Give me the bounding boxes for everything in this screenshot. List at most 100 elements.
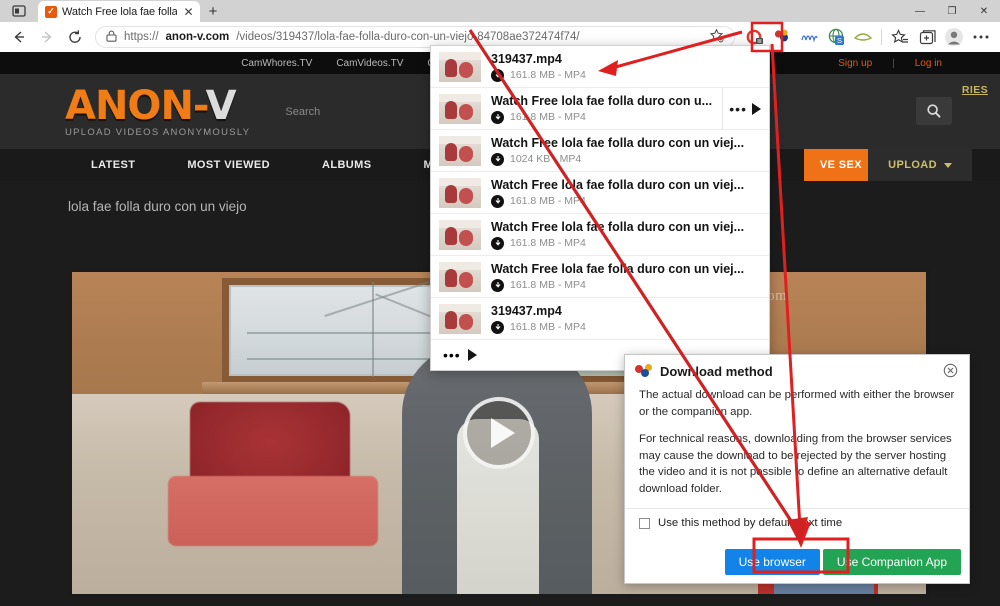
upload-button[interactable]: UPLOAD xyxy=(868,149,972,181)
download-arrow-icon xyxy=(491,321,504,334)
row-actions[interactable]: ••• xyxy=(722,88,761,129)
close-circle-icon[interactable] xyxy=(943,363,959,379)
video-thumbnail xyxy=(439,304,481,334)
partner-link[interactable]: CamWhores.TV xyxy=(241,58,312,69)
video-thumbnail xyxy=(439,262,481,292)
minimize-button[interactable]: — xyxy=(904,0,936,22)
download-arrow-icon xyxy=(491,195,504,208)
download-filename: Watch Free lola fae folla duro con un vi… xyxy=(491,178,761,193)
download-info: 319437.mp4 161.8 MB - MP4 xyxy=(491,304,761,334)
download-info: Watch Free lola fae folla duro con un vi… xyxy=(491,220,761,250)
download-size: 161.8 MB - MP4 xyxy=(510,321,586,333)
more-options-icon[interactable]: ••• xyxy=(729,102,747,116)
browser-tab[interactable]: ✓ Watch Free lola fae folla duro co ✕ xyxy=(38,1,200,22)
download-info: Watch Free lola fae folla duro con un vi… xyxy=(491,178,761,208)
video-thumbnail xyxy=(439,136,481,166)
collections-wave-icon[interactable] xyxy=(796,24,822,50)
default-method-checkbox[interactable] xyxy=(639,518,650,529)
download-info: 319437.mp4 161.8 MB - MP4 xyxy=(491,52,761,82)
download-size: 1024 KB - MP4 xyxy=(510,153,581,165)
nav-item-latest[interactable]: LATEST xyxy=(65,149,161,181)
profile-icon[interactable] xyxy=(941,24,967,50)
download-filename: 319437.mp4 xyxy=(491,52,761,67)
download-size: 161.8 MB - MP4 xyxy=(510,195,586,207)
expand-play-icon[interactable] xyxy=(752,103,761,115)
video-thumbnail xyxy=(439,220,481,250)
upload-label: UPLOAD xyxy=(888,159,937,171)
list-item[interactable]: Watch Free lola fae folla duro con u... … xyxy=(431,88,769,130)
list-item[interactable]: Watch Free lola fae folla duro con un vi… xyxy=(431,172,769,214)
url-prefix: https:// xyxy=(124,31,159,43)
download-info: Watch Free lola fae folla duro con u... … xyxy=(491,94,712,124)
back-icon[interactable] xyxy=(6,24,32,50)
list-item[interactable]: Watch Free lola fae folla duro con un vi… xyxy=(431,130,769,172)
play-circle-icon[interactable] xyxy=(463,397,535,469)
eye-icon[interactable] xyxy=(850,24,876,50)
favorites-star-icon[interactable] xyxy=(887,24,913,50)
list-item[interactable]: Watch Free lola fae folla duro con un vi… xyxy=(431,214,769,256)
download-meta: 161.8 MB - MP4 xyxy=(491,321,761,334)
list-item[interactable]: 319437.mp4 161.8 MB - MP4 xyxy=(431,298,769,340)
nav-item-albums[interactable]: ALBUMS xyxy=(296,149,397,181)
download-filename: Watch Free lola fae folla duro con un vi… xyxy=(491,136,761,151)
browser-window: ✓ Watch Free lola fae folla duro co ✕ + … xyxy=(0,0,1000,606)
toolbar-icons: S xyxy=(742,24,994,50)
auth-links: Sign up | Log in xyxy=(838,58,942,69)
default-method-checkbox-row[interactable]: Use this method by default next time xyxy=(625,508,969,529)
download-info: Watch Free lola fae folla duro con un vi… xyxy=(491,262,761,292)
nav-item-most-viewed[interactable]: MOST VIEWED xyxy=(161,149,296,181)
download-info: Watch Free lola fae folla duro con un vi… xyxy=(491,136,761,166)
download-meta: 1024 KB - MP4 xyxy=(491,153,761,166)
star-add-icon[interactable] xyxy=(709,28,724,46)
download-list-panel: 319437.mp4 161.8 MB - MP4 Watch Free lol… xyxy=(430,45,770,371)
forward-icon[interactable] xyxy=(34,24,60,50)
partner-link[interactable]: CamVideos.TV xyxy=(336,58,403,69)
log-in-link[interactable]: Log in xyxy=(915,58,942,69)
url-path: /videos/319437/lola-fae-folla-duro-con-u… xyxy=(236,31,579,43)
collections-icon[interactable] xyxy=(914,24,940,50)
reload-icon[interactable] xyxy=(62,24,88,50)
auth-divider: | xyxy=(892,58,895,69)
dialog-header: Download method xyxy=(625,355,969,383)
sign-up-link[interactable]: Sign up xyxy=(838,58,872,69)
more-options-icon[interactable]: ••• xyxy=(443,348,461,362)
video-thumbnail xyxy=(439,178,481,208)
logo-tagline: UPLOAD VIDEOS ANONYMOUSLY xyxy=(65,127,250,138)
close-window-button[interactable]: ✕ xyxy=(968,0,1000,22)
dialog-body: The actual download can be performed wit… xyxy=(625,383,969,497)
live-sex-button[interactable]: VE SEX xyxy=(804,149,878,181)
video-thumbnail xyxy=(439,94,481,124)
globe-s-icon[interactable]: S xyxy=(823,24,849,50)
download-size: 161.8 MB - MP4 xyxy=(510,69,586,81)
download-size: 161.8 MB - MP4 xyxy=(510,237,586,249)
expand-play-icon[interactable] xyxy=(468,349,477,361)
categories-link[interactable]: RIES xyxy=(962,84,988,96)
use-browser-button[interactable]: Use browser xyxy=(725,549,820,575)
logo-text: ANON-V xyxy=(65,86,250,126)
maximize-button[interactable]: ❐ xyxy=(936,0,968,22)
download-filename: Watch Free lola fae folla duro con un vi… xyxy=(491,220,761,235)
site-logo[interactable]: ANON-V UPLOAD VIDEOS ANONYMOUSLY xyxy=(65,86,250,138)
title-bar: ✓ Watch Free lola fae folla duro co ✕ + … xyxy=(0,0,1000,22)
list-item[interactable]: Watch Free lola fae folla duro con un vi… xyxy=(431,256,769,298)
download-method-dialog: Download method The actual download can … xyxy=(624,354,970,584)
video-thumbnail xyxy=(439,52,481,82)
list-item[interactable]: 319437.mp4 161.8 MB - MP4 xyxy=(431,46,769,88)
download-size: 161.8 MB - MP4 xyxy=(510,111,586,123)
search-input[interactable]: Search xyxy=(285,106,320,118)
companion-app-icon[interactable] xyxy=(769,24,795,50)
tab-actions-icon[interactable] xyxy=(0,0,38,22)
use-companion-app-button[interactable]: Use Companion App xyxy=(823,549,961,575)
window-controls: — ❐ ✕ xyxy=(904,0,1000,22)
search-icon[interactable] xyxy=(916,97,952,125)
dialog-paragraph-2: For technical reasons, downloading from … xyxy=(639,431,955,497)
download-arrow-icon xyxy=(491,111,504,124)
companion-app-icon xyxy=(635,364,652,379)
settings-more-icon[interactable] xyxy=(968,24,994,50)
tab-title: Watch Free lola fae folla duro co xyxy=(62,6,177,18)
new-tab-button[interactable]: + xyxy=(200,1,226,22)
download-filename: 319437.mp4 xyxy=(491,304,761,319)
toolbar-divider xyxy=(881,29,882,45)
svg-text:S: S xyxy=(836,36,841,45)
tab-close-icon[interactable]: ✕ xyxy=(182,6,195,18)
